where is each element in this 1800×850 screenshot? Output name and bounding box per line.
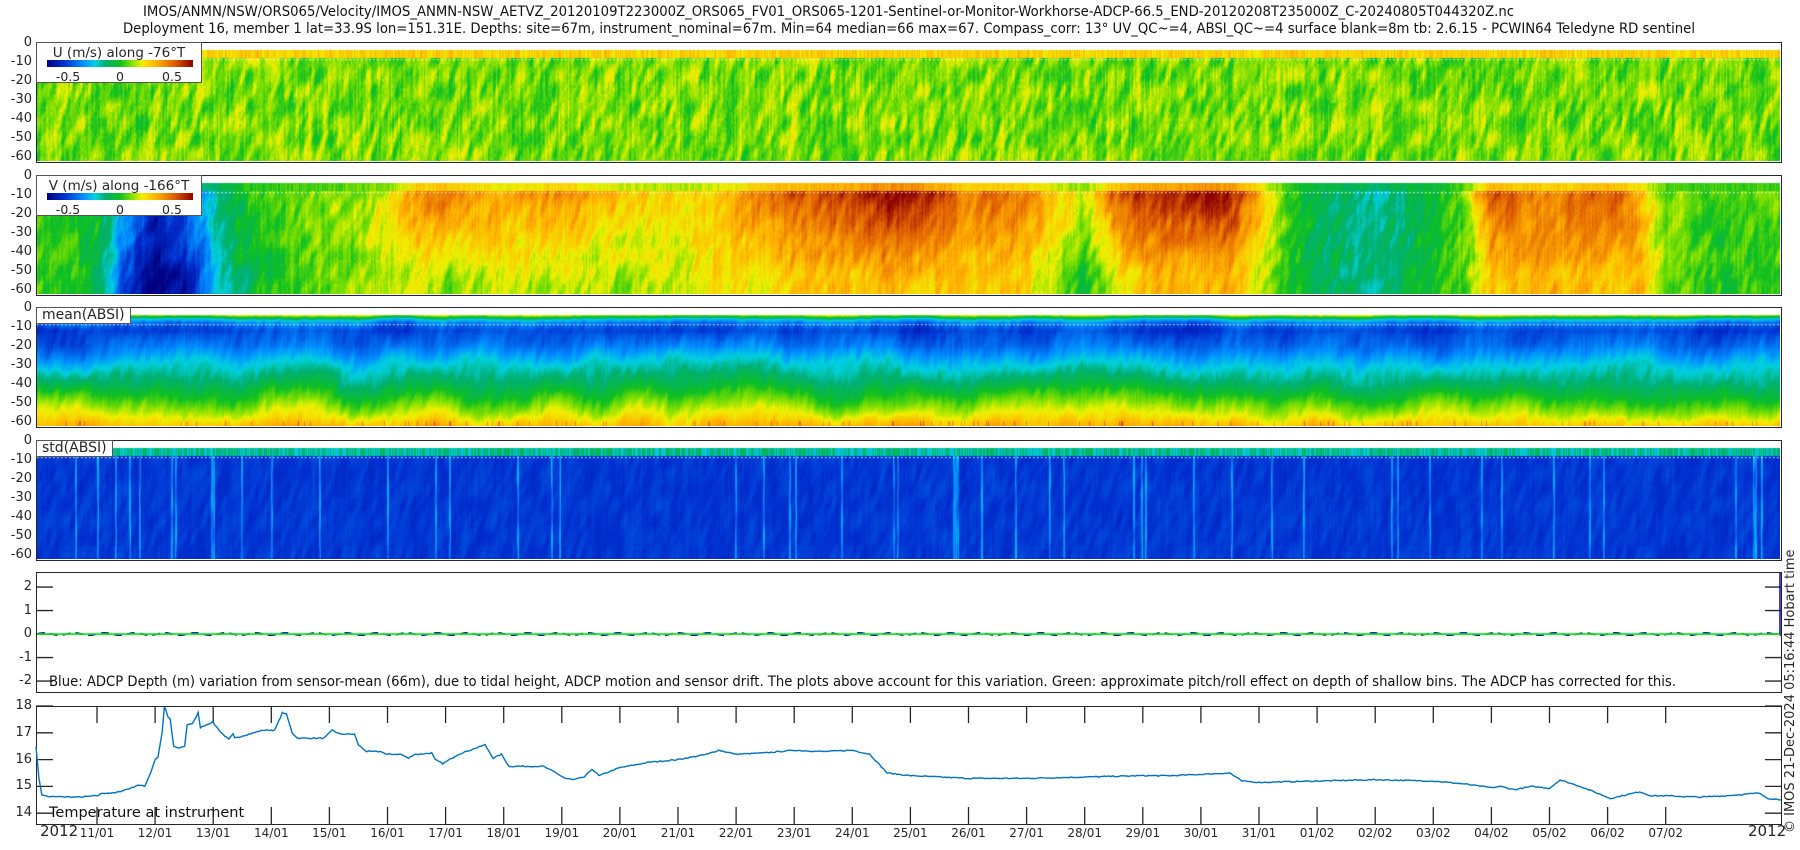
date-tick-label: 28/01 xyxy=(1067,826,1102,840)
std_absi-ytick-label: -60 xyxy=(10,546,32,562)
u-ytick-label: -60 xyxy=(10,148,32,164)
date-tick-label: 31/01 xyxy=(1241,826,1277,840)
v-colorbar-legend: V (m/s) along -166°T -0.5 0 0.5 xyxy=(36,175,202,217)
mean_absi-ytick-label: -50 xyxy=(10,394,32,410)
copyright-footer: © IMOS 21-Dec-2024 05:16:44 Hobart time xyxy=(1783,549,1798,833)
std_absi-ytick-label: -40 xyxy=(10,508,32,524)
date-tick-label: 23/01 xyxy=(776,826,812,840)
temperature-ytick-label: 15 xyxy=(15,778,32,794)
year-label-left: 2012 xyxy=(40,822,79,840)
title-line-1: IMOS/ANMN/NSW/ORS065/Velocity/IMOS_ANMN-… xyxy=(143,4,1514,20)
mean_absi-ytick-label: -40 xyxy=(10,375,32,391)
date-tick-label: 24/01 xyxy=(835,826,870,840)
v-colorbar-tick: 0 xyxy=(116,202,124,217)
date-tick-label: 22/01 xyxy=(718,826,754,840)
std_absi-ytick-label: -10 xyxy=(10,451,32,467)
mean_absi-ytick-label: -60 xyxy=(10,413,32,429)
date-tick-label: 11/01 xyxy=(79,826,115,840)
date-tick-label: 20/01 xyxy=(602,826,638,840)
depth-variation-panel xyxy=(36,572,1782,693)
std_absi-ytick-label: -50 xyxy=(10,527,32,543)
temperature-ytick-label: 14 xyxy=(15,805,32,821)
mean_absi-ytick-label: -30 xyxy=(10,356,32,372)
date-tick-label: 04/02 xyxy=(1474,826,1509,840)
temperature-panel xyxy=(36,706,1782,825)
year-label-right: 2012 xyxy=(1748,822,1787,840)
temperature-ytick-label: 16 xyxy=(15,751,32,767)
v-colorbar-tick: 0.5 xyxy=(162,202,182,217)
std_absi-ytick-label: 0 xyxy=(23,433,32,448)
v-ytick-label: -10 xyxy=(10,186,32,202)
v-ytick-label: 0 xyxy=(23,168,32,183)
date-tick-label: 12/01 xyxy=(137,826,173,840)
date-tick-label: 03/02 xyxy=(1416,826,1451,840)
v-ytick-label: -40 xyxy=(10,243,32,259)
u-ytick-label: -40 xyxy=(10,110,32,126)
u-ytick-label: -10 xyxy=(10,53,32,69)
u-legend-title: U (m/s) along -76°T xyxy=(52,45,186,61)
u-ytick-label: -30 xyxy=(10,91,32,107)
date-tick-label: 06/02 xyxy=(1590,826,1625,840)
u-colorbar-legend: U (m/s) along -76°T -0.5 0 0.5 xyxy=(36,42,202,84)
date-tick-label: 13/01 xyxy=(195,826,231,840)
std-absi-panel xyxy=(36,440,1782,561)
v-ytick-label: -30 xyxy=(10,224,32,240)
date-tick-label: 25/01 xyxy=(893,826,928,840)
mean_absi-ytick-label: -10 xyxy=(10,318,32,334)
u-ytick-label: -50 xyxy=(10,129,32,145)
date-tick-label: 21/01 xyxy=(660,826,696,840)
u-ytick-label: 0 xyxy=(23,35,32,50)
std-absi-label: std(ABSI) xyxy=(36,440,113,457)
v-legend-title: V (m/s) along -166°T xyxy=(48,178,190,194)
v-ytick-label: -20 xyxy=(10,205,32,221)
depth-ytick-label: 0 xyxy=(23,626,32,642)
mean_absi-ytick-label: 0 xyxy=(23,300,32,315)
std_absi-ytick-label: -20 xyxy=(10,470,32,486)
date-tick-label: 26/01 xyxy=(951,826,986,840)
date-tick-label: 07/02 xyxy=(1648,826,1683,840)
date-tick-label: 29/01 xyxy=(1125,826,1161,840)
u-colorbar xyxy=(47,60,193,67)
title-line-2: Deployment 16, member 1 lat=33.9S lon=15… xyxy=(123,21,1695,37)
date-tick-label: 05/02 xyxy=(1532,826,1567,840)
adcp-figure: IMOS/ANMN/NSW/ORS065/Velocity/IMOS_ANMN-… xyxy=(0,0,1800,850)
date-tick-label: 16/01 xyxy=(370,826,405,840)
depth-ytick-label: 2 xyxy=(23,579,32,595)
v-velocity-panel xyxy=(36,175,1782,296)
u-colorbar-tick: 0.5 xyxy=(162,69,182,84)
mean-absi-label: mean(ABSI) xyxy=(36,307,131,324)
date-tick-label: 17/01 xyxy=(428,826,463,840)
std-absi-heatmap xyxy=(37,441,1780,559)
u-colorbar-tick: 0 xyxy=(116,69,124,84)
temperature-ytick-label: 17 xyxy=(15,724,32,740)
v-colorbar-tick: -0.5 xyxy=(55,202,81,217)
date-tick-label: 27/01 xyxy=(1009,826,1044,840)
date-tick-label: 02/02 xyxy=(1357,826,1393,840)
v-ytick-label: -60 xyxy=(10,281,32,297)
date-tick-label: 15/01 xyxy=(312,826,347,840)
date-tick-label: 01/02 xyxy=(1299,826,1335,840)
v-ytick-label: -50 xyxy=(10,262,32,278)
date-tick-label: 30/01 xyxy=(1183,826,1219,840)
depth-ytick-label: -1 xyxy=(19,649,32,665)
u-velocity-heatmap xyxy=(37,43,1780,161)
mean-absi-heatmap xyxy=(37,308,1780,426)
v-colorbar xyxy=(47,193,193,200)
std_absi-ytick-label: -30 xyxy=(10,489,32,505)
date-tick-label: 14/01 xyxy=(254,826,289,840)
u-colorbar-tick: -0.5 xyxy=(55,69,81,84)
figure-title: IMOS/ANMN/NSW/ORS065/Velocity/IMOS_ANMN-… xyxy=(123,4,1695,37)
u-velocity-panel xyxy=(36,42,1782,163)
date-tick-label: 18/01 xyxy=(486,826,521,840)
depth-ytick-label: 1 xyxy=(23,602,32,618)
mean_absi-ytick-label: -20 xyxy=(10,337,32,353)
temperature-ytick-label: 18 xyxy=(15,698,32,713)
date-tick-label: 19/01 xyxy=(544,826,580,840)
depth-ytick-label: -2 xyxy=(19,673,32,689)
mean-absi-panel xyxy=(36,307,1782,428)
u-ytick-label: -20 xyxy=(10,72,32,88)
v-velocity-heatmap xyxy=(37,176,1780,294)
